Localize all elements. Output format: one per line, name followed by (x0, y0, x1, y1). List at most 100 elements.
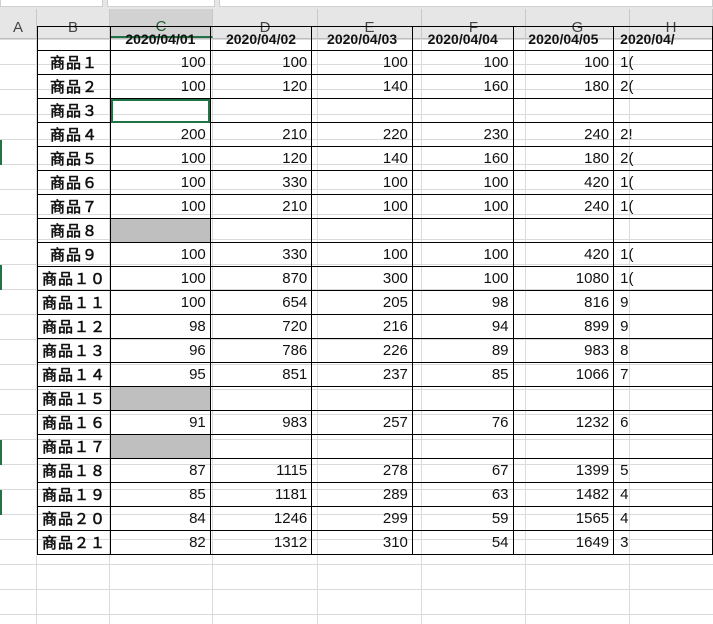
value-cell[interactable]: 983 (512, 338, 615, 363)
value-cell[interactable]: 100 (110, 170, 211, 195)
value-cell[interactable]: 100 (411, 194, 514, 219)
value-cell[interactable]: 1( (613, 50, 713, 75)
date-header-cell[interactable]: 2020/04/02 (209, 26, 313, 51)
value-cell[interactable] (209, 218, 313, 243)
value-cell[interactable]: 2! (613, 122, 713, 147)
value-cell[interactable]: 257 (311, 410, 413, 435)
value-cell[interactable]: 205 (311, 290, 413, 315)
value-cell[interactable]: 1181 (209, 482, 313, 507)
value-cell[interactable] (311, 218, 413, 243)
value-cell[interactable]: 816 (512, 290, 615, 315)
value-cell[interactable] (613, 218, 713, 243)
value-cell[interactable] (512, 98, 615, 123)
product-label-cell[interactable]: 商品７ (36, 194, 112, 219)
value-cell[interactable] (311, 434, 413, 459)
formula-bar-edge[interactable] (219, 0, 713, 7)
value-cell[interactable]: 98 (110, 314, 211, 339)
value-cell[interactable]: 4 (613, 482, 713, 507)
value-cell[interactable] (209, 98, 313, 123)
product-label-cell[interactable]: 商品１９ (36, 482, 112, 507)
formula-controls-edge[interactable] (107, 0, 215, 7)
date-header-cell[interactable]: 2020/04/ (613, 26, 713, 51)
value-cell[interactable]: 100 (411, 50, 514, 75)
value-cell[interactable]: 330 (209, 242, 313, 267)
value-cell[interactable]: 420 (512, 242, 615, 267)
value-cell[interactable] (311, 98, 413, 123)
value-cell[interactable]: 100 (311, 194, 413, 219)
column-header-a[interactable]: A (0, 9, 37, 38)
value-cell[interactable]: 89 (411, 338, 514, 363)
value-cell[interactable]: 59 (411, 506, 514, 531)
corner-cell[interactable] (36, 26, 112, 51)
value-cell[interactable]: 1080 (512, 266, 615, 291)
value-cell[interactable]: 100 (512, 50, 615, 75)
value-cell[interactable] (110, 218, 211, 243)
product-label-cell[interactable]: 商品１７ (36, 434, 112, 459)
value-cell[interactable]: 9 (613, 314, 713, 339)
value-cell[interactable]: 1232 (512, 410, 615, 435)
value-cell[interactable]: 100 (110, 194, 211, 219)
value-cell[interactable]: 330 (209, 170, 313, 195)
value-cell[interactable]: 100 (411, 242, 514, 267)
product-label-cell[interactable]: 商品５ (36, 146, 112, 171)
value-cell[interactable]: 82 (110, 530, 211, 555)
product-label-cell[interactable]: 商品１４ (36, 362, 112, 387)
product-label-cell[interactable]: 商品６ (36, 170, 112, 195)
value-cell[interactable]: 54 (411, 530, 514, 555)
value-cell[interactable]: 67 (411, 458, 514, 483)
value-cell[interactable]: 289 (311, 482, 413, 507)
value-cell[interactable]: 240 (512, 194, 615, 219)
value-cell[interactable]: 240 (512, 122, 615, 147)
value-cell[interactable]: 100 (110, 266, 211, 291)
value-cell[interactable]: 96 (110, 338, 211, 363)
product-label-cell[interactable]: 商品４ (36, 122, 112, 147)
value-cell[interactable]: 1399 (512, 458, 615, 483)
value-cell[interactable]: 983 (209, 410, 313, 435)
value-cell[interactable]: 100 (311, 50, 413, 75)
value-cell[interactable]: 1115 (209, 458, 313, 483)
value-cell[interactable]: 1312 (209, 530, 313, 555)
value-cell[interactable]: 870 (209, 266, 313, 291)
value-cell[interactable]: 310 (311, 530, 413, 555)
value-cell[interactable] (512, 386, 615, 411)
value-cell[interactable]: 180 (512, 146, 615, 171)
product-label-cell[interactable]: 商品３ (36, 98, 112, 123)
value-cell[interactable] (512, 218, 615, 243)
value-cell[interactable] (411, 434, 514, 459)
value-cell[interactable]: 160 (411, 146, 514, 171)
value-cell[interactable]: 91 (110, 410, 211, 435)
product-label-cell[interactable]: 商品１０ (36, 266, 112, 291)
value-cell[interactable]: 300 (311, 266, 413, 291)
value-cell[interactable] (311, 386, 413, 411)
value-cell[interactable]: 786 (209, 338, 313, 363)
value-cell[interactable]: 720 (209, 314, 313, 339)
value-cell[interactable]: 100 (110, 242, 211, 267)
name-box-edge[interactable] (0, 0, 103, 7)
value-cell[interactable]: 299 (311, 506, 413, 531)
value-cell[interactable] (110, 434, 211, 459)
value-cell[interactable]: 9 (613, 290, 713, 315)
value-cell[interactable]: 120 (209, 146, 313, 171)
value-cell[interactable] (613, 434, 713, 459)
value-cell[interactable]: 7 (613, 362, 713, 387)
value-cell[interactable]: 160 (411, 74, 514, 99)
date-header-cell[interactable]: 2020/04/04 (411, 26, 514, 51)
product-label-cell[interactable]: 商品１３ (36, 338, 112, 363)
value-cell[interactable]: 4 (613, 506, 713, 531)
value-cell[interactable]: 140 (311, 146, 413, 171)
value-cell[interactable]: 2( (613, 74, 713, 99)
active-cell[interactable] (110, 98, 211, 123)
value-cell[interactable]: 100 (311, 242, 413, 267)
value-cell[interactable]: 87 (110, 458, 211, 483)
value-cell[interactable]: 95 (110, 362, 211, 387)
product-label-cell[interactable]: 商品９ (36, 242, 112, 267)
value-cell[interactable]: 100 (209, 50, 313, 75)
date-header-cell[interactable]: 2020/04/03 (311, 26, 413, 51)
value-cell[interactable] (110, 386, 211, 411)
date-header-cell[interactable]: 2020/04/05 (512, 26, 615, 51)
value-cell[interactable]: 899 (512, 314, 615, 339)
product-label-cell[interactable]: 商品２０ (36, 506, 112, 531)
value-cell[interactable]: 76 (411, 410, 514, 435)
date-header-cell[interactable]: 2020/04/01 (110, 26, 211, 51)
value-cell[interactable]: 210 (209, 194, 313, 219)
